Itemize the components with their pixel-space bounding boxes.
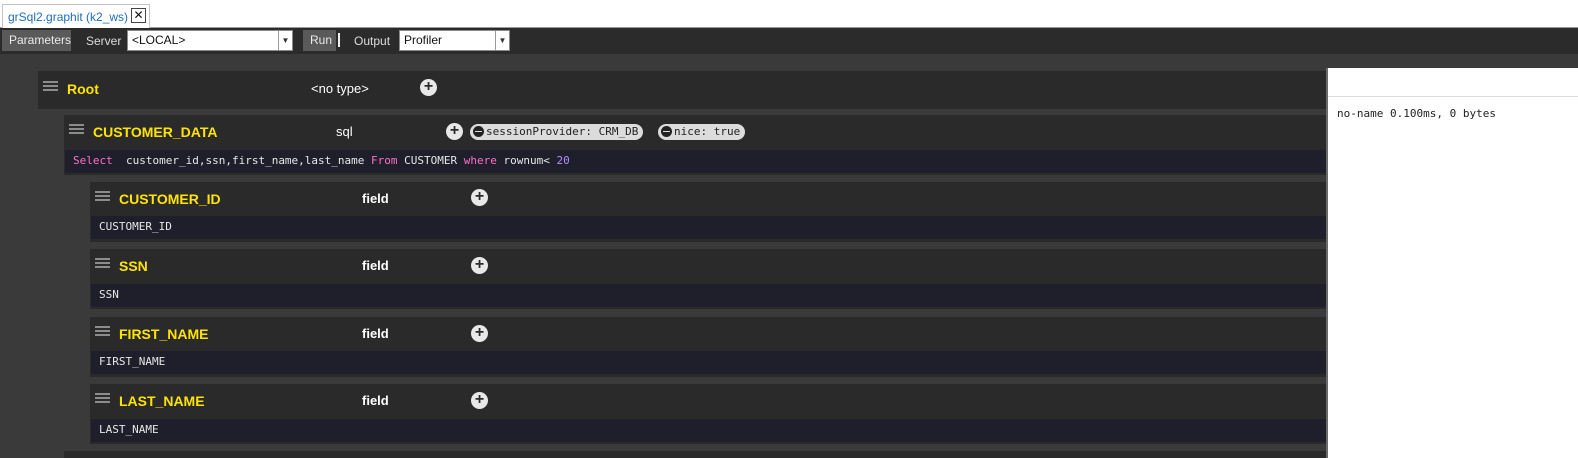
sql-condition: rownum< [496,154,557,167]
plus-circle-icon[interactable]: + [446,123,463,140]
plus-circle-icon[interactable]: + [471,189,488,206]
node-type: <no type> [311,81,369,96]
close-icon[interactable]: ✕ [131,8,146,23]
plus-circle-icon[interactable]: + [471,392,488,409]
attribute-pill[interactable]: sessionProvider: CRM_DB [470,124,644,140]
node-name: CUSTOMER_ID [119,191,221,207]
drag-handle-icon[interactable] [95,393,110,404]
field-expression[interactable]: LAST_NAME [91,419,1326,442]
node-name: CUSTOMER_DATA [93,124,218,140]
sql-number: 20 [556,154,570,167]
attribute-text: nice: true [674,125,741,138]
document-tab-label[interactable]: grSql2.graphit (k2_ws) [8,10,128,24]
toolbar: Parameters Server <LOCAL> ▼ Run Output P… [0,28,1578,54]
plus-circle-icon[interactable]: + [420,79,437,96]
server-label: Server [86,34,122,48]
document-tab[interactable]: grSql2.graphit (k2_ws) ✕ [2,4,150,28]
parameters-button[interactable]: Parameters [2,30,71,51]
sql-editor[interactable]: Select customer_id,ssn,first_name,last_n… [65,150,1326,173]
drag-handle-icon[interactable] [69,124,84,135]
attribute-pill[interactable]: nice: true [658,124,746,140]
root-node[interactable]: Root <no type> + [38,71,1326,109]
drag-handle-icon[interactable] [95,258,110,269]
output-line: no-name 0.100ms, 0 bytes [1337,107,1496,120]
node-type: field [362,191,389,206]
chevron-down-icon[interactable]: ▼ [495,31,509,50]
node-type: field [362,258,389,273]
drag-handle-icon[interactable] [95,191,110,202]
field-expression[interactable]: CUSTOMER_ID [91,216,1326,239]
sql-keyword: Select [73,154,113,167]
node-footer [64,451,1326,458]
output-panel-header [1328,68,1578,97]
text-caret [338,33,340,47]
chevron-down-icon[interactable]: ▼ [278,31,292,50]
drag-handle-icon[interactable] [43,81,58,92]
run-button[interactable]: Run [303,30,336,51]
node-name: SSN [119,258,148,274]
output-select[interactable]: Profiler ▼ [399,30,510,51]
sql-table: CUSTOMER [397,154,464,167]
sql-keyword: From [371,154,398,167]
node-name: Root [67,81,99,97]
output-select-value: Profiler [404,33,443,47]
node-name: LAST_NAME [119,393,205,409]
node-type: sql [336,124,353,139]
server-select-value: <LOCAL> [132,33,186,47]
minus-circle-icon[interactable] [473,126,484,137]
plus-circle-icon[interactable]: + [471,257,488,274]
node-type: field [362,393,389,408]
tab-strip: grSql2.graphit (k2_ws) ✕ [0,0,1578,28]
sql-keyword: where [463,154,497,167]
field-expression[interactable]: FIRST_NAME [91,351,1326,374]
attribute-text: sessionProvider: CRM_DB [486,125,639,138]
drag-handle-icon[interactable] [95,326,110,337]
node-type: field [362,326,389,341]
field-expression[interactable]: SSN [91,284,1326,307]
output-panel: no-name 0.100ms, 0 bytes [1326,68,1578,458]
output-label: Output [354,34,391,48]
sql-columns: customer_id,ssn,first_name,last_name [112,154,372,167]
server-select[interactable]: <LOCAL> ▼ [127,30,293,51]
node-name: FIRST_NAME [119,326,209,342]
plus-circle-icon[interactable]: + [471,325,488,342]
minus-circle-icon[interactable] [661,126,672,137]
